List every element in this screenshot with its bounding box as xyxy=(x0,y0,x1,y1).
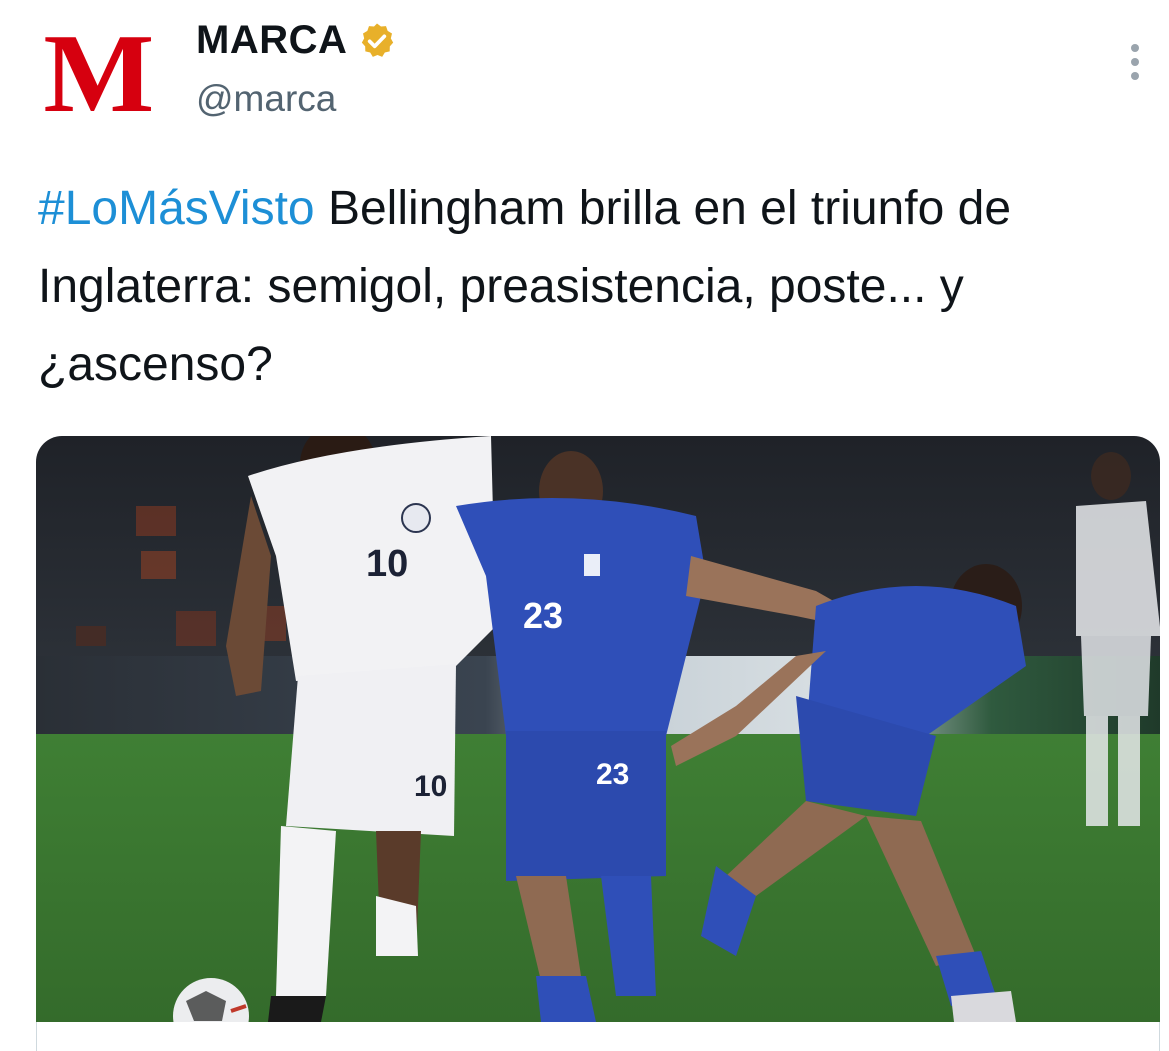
marca-logo: M xyxy=(43,12,155,136)
hashtag-link[interactable]: #LoMásVisto xyxy=(38,182,315,235)
football-photo: 10 10 23 23 xyxy=(36,436,1160,1022)
tweet-text: #LoMásVisto Bellingham brilla en el triu… xyxy=(38,170,1148,404)
more-options-button[interactable] xyxy=(1118,38,1152,86)
svg-text:23: 23 xyxy=(596,758,629,791)
author-name-row[interactable]: MARCA xyxy=(196,18,397,63)
shirt-number-greece: 23 xyxy=(523,595,563,636)
more-vertical-icon-dot xyxy=(1131,72,1139,80)
author-handle[interactable]: @marca xyxy=(196,78,336,120)
tweet-media-photo[interactable]: 10 10 23 23 xyxy=(36,436,1160,1022)
more-vertical-icon xyxy=(1131,44,1139,52)
display-name[interactable]: MARCA xyxy=(196,18,347,63)
tweet[interactable]: M MARCA @marca #LoMásVisto Bellingham br… xyxy=(0,0,1169,1051)
svg-text:10: 10 xyxy=(414,770,447,803)
more-vertical-icon-dot xyxy=(1131,58,1139,66)
verified-badge-icon xyxy=(357,21,397,61)
avatar[interactable]: M xyxy=(44,18,155,130)
media-card-footer xyxy=(36,1022,1160,1051)
shirt-number-england: 10 xyxy=(366,543,408,585)
